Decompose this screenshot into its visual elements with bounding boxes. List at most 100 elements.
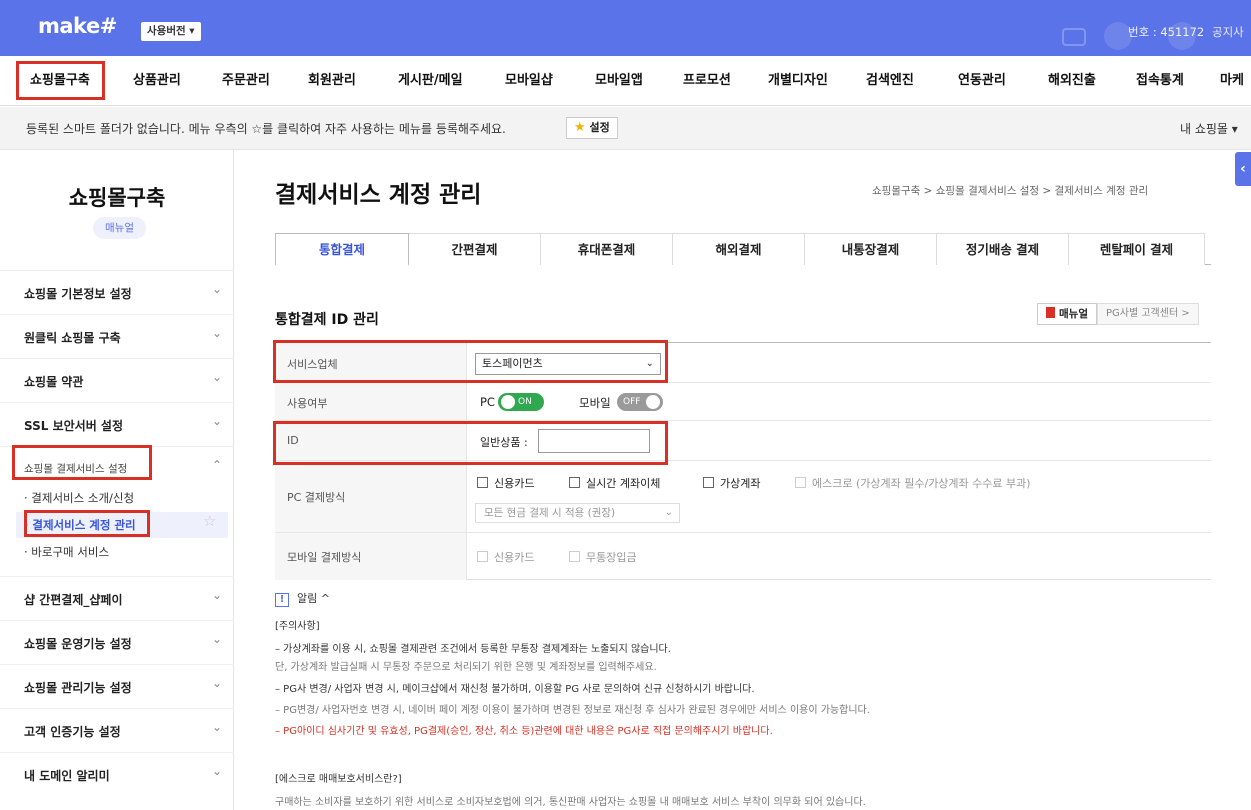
chevron-down-icon: ⌄ [664,507,673,518]
document-icon [1046,307,1055,318]
breadcrumb: 쇼핑몰구축 > 쇼핑몰 결제서비스 설정 > 결제서비스 계정 관리 [872,185,1149,197]
smart-folder-message: 등록된 스마트 폴더가 없습니다. 메뉴 우측의 ☆를 클릭하여 자주 사용하는… [26,122,506,136]
collapse-icon[interactable]: ‹ [1235,152,1251,186]
pc-credit-card-checkbox[interactable]: 신용카드 [477,475,534,491]
nav-item-orders[interactable]: 주문관리 [222,56,270,106]
option-label: 신용카드 [494,477,535,490]
mobile-bank-deposit-checkbox[interactable]: 무통장입금 [569,549,637,565]
tab-rental[interactable]: 렌탈페이 결제 [1069,233,1205,265]
tab-subscription[interactable]: 정기배송 결제 [937,233,1069,265]
nav-item-statistics[interactable]: 접속통계 [1136,56,1184,106]
cash-receipt-select[interactable]: 모든 현금 결제 시 적용 (권장) ⌄ [475,503,680,523]
nav-item-promotion[interactable]: 프로모션 [683,56,731,106]
pc-toggle[interactable]: ON [498,393,544,411]
notice-toggle[interactable]: ! 알림 ^ [275,590,330,607]
option-label: 실시간 계좌이체 [586,477,661,490]
chevron-down-icon: ⌄ [212,676,223,690]
form-label: 사용여부 [275,383,467,420]
toggle-label: OFF [623,397,641,407]
nav-item-search-engine[interactable]: 검색엔진 [866,56,914,106]
highlight-box [12,445,152,480]
tab-simple[interactable]: 간편결제 [409,233,541,265]
sidebar-item-label: SSL 보안서버 설정 [24,419,123,433]
sidebar-item-domain[interactable]: 내 도메인 알리미 ⌄ [0,752,234,796]
tab-phone[interactable]: 휴대폰결제 [541,233,673,265]
sidebar-item-shoppay[interactable]: 샵 간편결제_샵페이 ⌄ [0,576,234,620]
pc-escrow-checkbox[interactable]: 에스크로 (가상계좌 필수/가상계좌 수수료 부과) [795,475,1031,491]
sidebar-item-label: 쇼핑몰 약관 [24,375,84,389]
nav-item-mobile-shop[interactable]: 모바일샵 [505,56,553,106]
nav-item-custom-design[interactable]: 개별디자인 [768,56,828,106]
toggle-knob [501,395,515,409]
sidebar-manual-button[interactable]: 매뉴얼 [93,217,146,239]
smart-folder-setting-button[interactable]: ★ 설정 [566,117,618,139]
star-icon[interactable]: ☆ [203,512,216,530]
pc-label: PC [480,395,495,409]
nav-item-global[interactable]: 해외진출 [1048,56,1096,106]
sidebar-title: 쇼핑몰구축 [68,186,166,210]
page-title: 결제서비스 계정 관리 [275,182,482,208]
sidebar-item-label: 내 도메인 알리미 [24,769,110,783]
sidebar-item-oneclick[interactable]: 원클릭 쇼핑몰 구축 ⌄ [0,314,234,358]
logo[interactable]: make# [38,14,117,38]
form-label: PC 결제방식 [275,461,467,532]
checkbox-box [795,477,806,488]
notes-heading: [주의사항] [275,621,320,632]
nav-item-members[interactable]: 회원관리 [308,56,356,106]
sidebar-sub-payment-intro[interactable]: · 결제서비스 소개/신청 [24,490,134,506]
nav-item-board-mail[interactable]: 게시판/메일 [398,56,463,106]
form-row-mobile-payment: 모바일 결제방식 신용카드 무통장입금 [275,533,1211,580]
option-label: 에스크로 (가상계좌 필수/가상계좌 수수료 부과) [812,477,1031,490]
chevron-down-icon: ⌄ [212,632,223,646]
chevron-down-icon: ⌄ [212,588,223,602]
sidebar-item-label: 쇼핑몰 운영기능 설정 [24,637,132,651]
sidebar-item-basic-info[interactable]: 쇼핑몰 기본정보 설정 ⌄ [0,270,234,314]
my-shop-dropdown[interactable]: 내 쇼핑몰 ▾ [1180,120,1238,137]
nav-item-integration[interactable]: 연동관리 [958,56,1006,106]
nav-item-products[interactable]: 상품관리 [133,56,181,106]
chevron-up-icon: ⌃ [212,458,223,472]
checkbox-box [569,477,580,488]
manual-button[interactable]: 매뉴얼 [1037,303,1097,325]
sidebar-item-label: 원클릭 쇼핑몰 구축 [24,331,121,345]
option-label: 신용카드 [494,551,535,564]
pc-virtual-account-checkbox[interactable]: 가상계좌 [703,475,760,491]
sidebar-sub-buy-now[interactable]: · 바로구매 서비스 [24,544,109,560]
section-title: 통합결제 ID 관리 [275,312,379,328]
sidebar-item-operations[interactable]: 쇼핑몰 운영기능 설정 ⌄ [0,620,234,664]
sidebar-item-auth[interactable]: 고객 인증기능 설정 ⌄ [0,708,234,752]
chevron-down-icon: ⌄ [212,414,223,428]
manual-label: 매뉴얼 [1059,308,1088,320]
note-line: – PG변경/ 사업자번호 변경 시, 네이버 페이 계정 이용이 불가하며 변… [275,705,870,716]
payment-tabs: 통합결제 간편결제 휴대폰결제 해외결제 내통장결제 정기배송 결제 렌탈페이 … [275,233,1211,266]
pc-realtime-transfer-checkbox[interactable]: 실시간 계좌이체 [569,475,660,491]
notice-link[interactable]: 공지사 [1212,24,1244,40]
note-line-warning: – PG아이디 심사기간 및 유효성, PG결제(승인, 정산, 취소 등)관련… [275,726,773,737]
chevron-down-icon: ⌄ [212,764,223,778]
sidebar-item-label: 샵 간편결제_샵페이 [24,593,123,607]
usage-label: 사용여부 [287,397,328,410]
mobile-credit-card-checkbox[interactable]: 신용카드 [477,549,534,565]
nav-item-marketing[interactable]: 마케 [1220,56,1244,106]
tab-integrated[interactable]: 통합결제 [275,233,409,266]
chevron-down-icon: ⌄ [212,720,223,734]
account-number: 번호 : 451172 [1128,25,1205,39]
pg-support-button[interactable]: PG사별 고객센터 > [1097,303,1199,325]
highlight-box [273,340,668,383]
sidebar-item-management[interactable]: 쇼핑몰 관리기능 설정 ⌄ [0,664,234,708]
sidebar-item-terms[interactable]: 쇼핑몰 약관 ⌄ [0,358,234,402]
nav-item-mobile-app[interactable]: 모바일앱 [595,56,643,106]
sidebar-item-ssl[interactable]: SSL 보안서버 설정 ⌄ [0,402,234,446]
highlight-box [16,61,105,100]
tab-bank[interactable]: 내통장결제 [805,233,937,265]
highlight-box [24,510,150,537]
version-badge[interactable]: 사용버전 ▾ [141,22,201,41]
mobile-toggle[interactable]: OFF [617,393,663,411]
tab-overseas[interactable]: 해외결제 [673,233,805,265]
checkbox-box [569,551,580,562]
main-nav: 쇼핑몰구축 상품관리 주문관리 회원관리 게시판/메일 모바일샵 모바일앱 프로… [0,56,1251,106]
note-line: 단, 가상계좌 발급실패 시 무통장 주문으로 처리되기 위한 은행 및 계좌정… [275,662,657,673]
setting-label: 설정 [589,121,610,134]
chat-icon[interactable] [1062,28,1086,46]
checkbox-box [477,551,488,562]
